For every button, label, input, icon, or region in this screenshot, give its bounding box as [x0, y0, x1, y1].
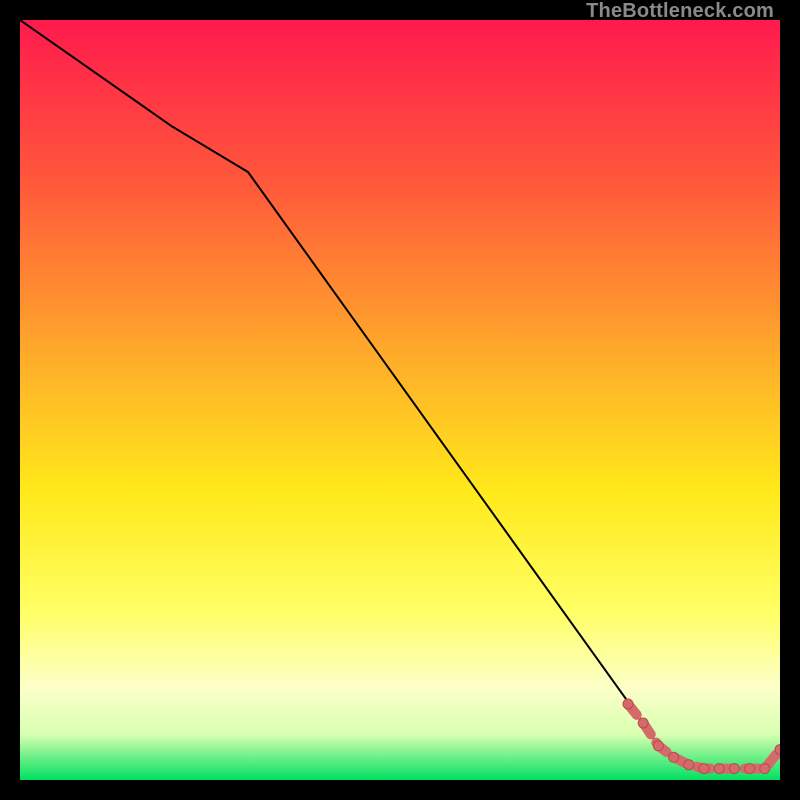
- chart-svg: [20, 20, 780, 780]
- highlight-dot: [729, 764, 739, 774]
- highlight-dot: [669, 752, 679, 762]
- highlight-dot: [699, 764, 709, 774]
- highlight-dot: [623, 699, 633, 709]
- highlight-dot: [653, 741, 663, 751]
- highlight-dot: [684, 760, 694, 770]
- watermark-text: TheBottleneck.com: [586, 0, 774, 23]
- chart-frame: [20, 20, 780, 780]
- highlight-dot: [638, 718, 648, 728]
- gradient-bg: [20, 20, 780, 780]
- highlight-dot: [760, 764, 770, 774]
- highlight-dot: [714, 764, 724, 774]
- highlight-dot: [745, 764, 755, 774]
